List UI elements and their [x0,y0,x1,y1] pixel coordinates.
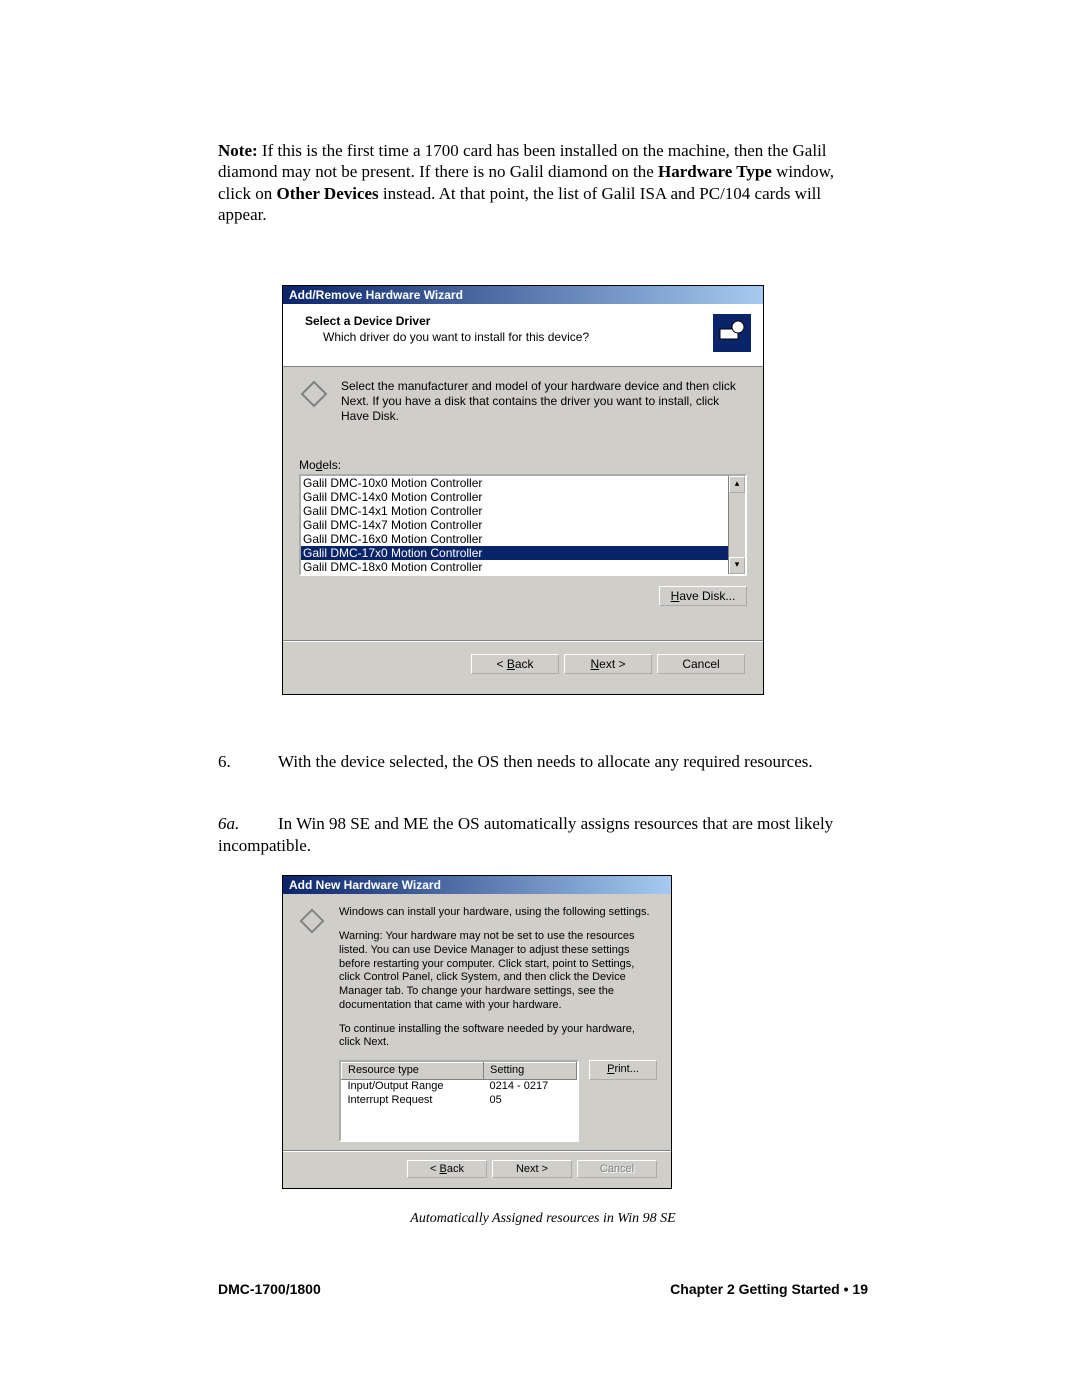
note-paragraph: Note: If this is the first time a 1700 c… [218,140,868,225]
scroll-down-icon[interactable]: ▾ [729,557,745,574]
step-number: 6a. [218,813,278,835]
device-icon [713,314,751,352]
next-button[interactable]: Next > [492,1160,572,1178]
page-footer: DMC-1700/1800 Chapter 2 Getting Started … [218,1281,868,1297]
resource-table: Resource type Setting Input/Output Range… [339,1060,579,1142]
table-row: Input/Output Range0214 - 0217 [342,1079,577,1093]
cancel-button[interactable]: Cancel [577,1160,657,1178]
back-button[interactable]: < Back [407,1160,487,1178]
scroll-up-icon[interactable]: ▴ [729,476,745,493]
list-item[interactable]: Galil DMC-18x0 Motion Controller [301,560,728,574]
dialog2-continue: To continue installing the software need… [339,1023,657,1051]
next-button[interactable]: Next > [564,654,652,674]
step-6a: 6a.In Win 98 SE and ME the OS automatica… [218,813,868,857]
step-number: 6. [218,751,278,773]
col-setting: Setting [484,1063,577,1080]
models-label: Models: [299,458,747,472]
hardware-type: Hardware Type [658,162,772,181]
dialog1-heading: Select a Device Driver [305,314,705,328]
col-resource-type: Resource type [342,1063,484,1080]
back-button[interactable]: < Back [471,654,559,674]
diamond-icon [299,379,329,409]
footer-right: Chapter 2 Getting Started • 19 [670,1281,868,1297]
step6a-lead: In Win 98 SE and ME the OS automatically… [278,814,833,833]
footer-left: DMC-1700/1800 [218,1281,321,1297]
models-listbox[interactable]: Galil DMC-10x0 Motion ControllerGalil DM… [299,474,747,576]
dialog2-warning: Warning: Your hardware may not be set to… [339,930,657,1013]
diamond-icon [297,906,327,936]
table-row: Interrupt Request05 [342,1094,577,1108]
list-item[interactable]: Galil DMC-17x0 Motion Controller [301,546,728,560]
note-label: Note: [218,141,258,160]
print-button[interactable]: Print... [589,1060,657,1080]
list-item[interactable]: Galil DMC-10x0 Motion Controller [301,476,728,490]
step-text: With the device selected, the OS then ne… [278,751,868,773]
figure-caption: Automatically Assigned resources in Win … [218,1211,868,1227]
list-item[interactable]: Galil DMC-14x7 Motion Controller [301,518,728,532]
scrollbar[interactable]: ▴ ▾ [728,476,745,574]
list-item[interactable]: Galil DMC-16x0 Motion Controller [301,532,728,546]
dialog1-subheading: Which driver do you want to install for … [305,328,705,344]
dialog1-titlebar: Add/Remove Hardware Wizard [283,286,763,304]
dialog2-titlebar: Add New Hardware Wizard [283,876,671,894]
step-6: 6. With the device selected, the OS then… [218,751,868,773]
dialog1-header: Select a Device Driver Which driver do y… [283,304,763,367]
step6a-tail: incompatible. [218,836,311,855]
other-devices: Other Devices [277,184,379,203]
dialog1-info-text: Select the manufacturer and model of you… [341,379,747,424]
have-disk-button[interactable]: Have Disk... [659,586,747,606]
dialog2-line1: Windows can install your hardware, using… [339,906,657,920]
add-new-hardware-wizard-dialog: Add New Hardware Wizard Windows can inst… [282,875,672,1189]
list-item[interactable]: Galil DMC-14x0 Motion Controller [301,490,728,504]
cancel-button[interactable]: Cancel [657,654,745,674]
list-item[interactable]: Galil DMC-14x1 Motion Controller [301,504,728,518]
add-remove-hardware-wizard-dialog: Add/Remove Hardware Wizard Select a Devi… [282,285,764,695]
